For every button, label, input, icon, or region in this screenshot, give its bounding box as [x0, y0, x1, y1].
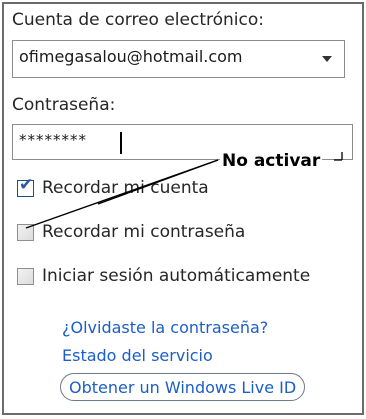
service-status-link[interactable]: Estado del servicio — [62, 346, 213, 365]
email-label: Cuenta de correo electrónico: — [12, 10, 264, 30]
password-value: ******** — [19, 131, 87, 149]
remember-account-checkbox[interactable]: ✔ — [17, 175, 34, 197]
auto-signin-label: Iniciar sesión automáticamente — [42, 266, 311, 286]
remember-password-checkbox[interactable] — [17, 224, 34, 241]
auto-signin-checkbox[interactable] — [17, 268, 34, 285]
annotation-no-activar: No activar — [220, 151, 323, 171]
password-label: Contraseña: — [12, 95, 116, 115]
remember-account-label: Recordar mi cuenta — [42, 178, 209, 198]
checkmark-icon: ✔ — [19, 175, 34, 195]
chevron-down-icon[interactable] — [322, 56, 332, 62]
text-cursor — [120, 132, 122, 154]
get-windows-live-id-button[interactable]: Obtener un Windows Live ID — [60, 373, 306, 401]
remember-password-label: Recordar mi contraseña — [42, 222, 246, 242]
email-dropdown[interactable]: ofimegasalou@hotmail.com — [12, 40, 345, 78]
forgot-password-link[interactable]: ¿Olvidaste la contraseña? — [62, 318, 268, 337]
email-value: ofimegasalou@hotmail.com — [19, 47, 243, 66]
